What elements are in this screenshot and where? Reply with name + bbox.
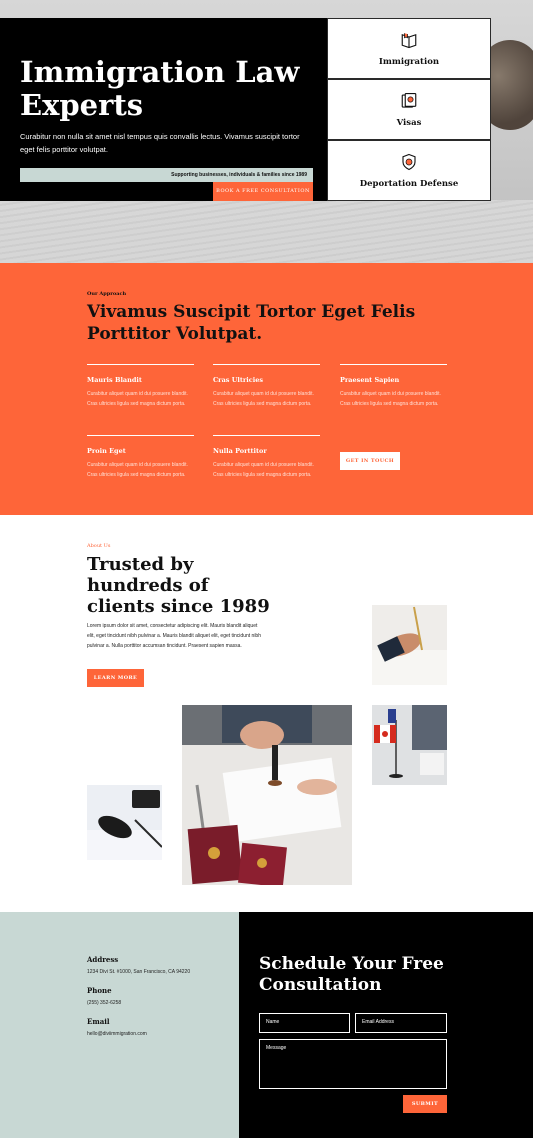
book-icon <box>401 32 417 48</box>
feature-title: Nulla Porttitor <box>213 447 267 455</box>
feature-title: Cras Ultricies <box>213 376 263 384</box>
submit-button[interactable]: SUBMIT <box>403 1095 447 1113</box>
feature-item: Praesent Sapien Curabitur aliquet quam i… <box>340 364 447 409</box>
hero-section: Immigration Law Experts Curabitur non nu… <box>0 0 533 263</box>
hero-tagline-strip: Supporting businesses, individuals & fam… <box>20 168 313 182</box>
service-card-visas[interactable]: Visas <box>327 79 491 140</box>
phone-value[interactable]: (255) 352-6258 <box>87 1000 121 1006</box>
hero-background-paper <box>0 200 533 263</box>
about-title: Trusted by hundreds of clients since 198… <box>87 554 270 617</box>
photo-stamping <box>182 705 352 885</box>
feature-title: Praesent Sapien <box>340 376 400 384</box>
feature-item: Cras Ultricies Curabitur aliquet quam id… <box>213 364 320 409</box>
feature-title: Mauris Blandit <box>87 376 142 384</box>
passport-icon <box>401 92 417 108</box>
feature-item: Proin Eget Curabitur aliquet quam id dui… <box>87 435 194 480</box>
message-field[interactable]: Message <box>259 1039 447 1089</box>
feature-text: Curabitur aliquet quam id dui posuere bl… <box>213 391 314 407</box>
feature-item: Mauris Blandit Curabitur aliquet quam id… <box>87 364 194 409</box>
hero-subtitle: Curabitur non nulla sit amet nisl tempus… <box>20 132 300 154</box>
service-label: Visas <box>396 117 422 128</box>
feature-text: Curabitur aliquet quam id dui posuere bl… <box>213 462 314 478</box>
service-card-immigration[interactable]: Immigration <box>327 18 491 79</box>
learn-more-button[interactable]: LEARN MORE <box>87 669 144 687</box>
photo-glasses <box>87 785 162 860</box>
about-body: Lorem ipsum dolor sit amet, consectetur … <box>87 623 261 649</box>
service-card-deportation-defense[interactable]: Deportation Defense <box>327 140 491 201</box>
feature-item: Nulla Porttitor Curabitur aliquet quam i… <box>213 435 320 480</box>
feature-title: Proin Eget <box>87 447 126 455</box>
form-title: Schedule Your Free Consultation <box>259 954 444 995</box>
email-label: Email <box>87 1017 110 1026</box>
photo-signing <box>372 605 447 685</box>
approach-section: Our Approach Vivamus Suscipit Tortor Ege… <box>0 263 533 515</box>
feature-text: Curabitur aliquet quam id dui posuere bl… <box>87 391 188 407</box>
section-kicker: Our Approach <box>87 291 127 297</box>
email-value[interactable]: hello@diviimmigration.com <box>87 1031 147 1037</box>
consultation-form-section: Schedule Your Free Consultation Name Ema… <box>239 912 533 1138</box>
address-value: 1234 Divi St. #1000, San Francisco, CA 9… <box>87 969 191 975</box>
contact-info-section: Address 1234 Divi St. #1000, San Francis… <box>0 912 239 1138</box>
book-consultation-button[interactable]: BOOK A FREE CONSULTATION <box>213 182 313 201</box>
about-section: About Us Trusted by hundreds of clients … <box>0 515 533 912</box>
section-kicker: About Us <box>87 543 111 549</box>
service-label: Deportation Defense <box>359 178 459 189</box>
approach-title: Vivamus Suscipit Tortor Eget Felis Portt… <box>87 302 416 344</box>
feature-text: Curabitur aliquet quam id dui posuere bl… <box>340 391 441 407</box>
address-label: Address <box>87 955 119 964</box>
email-field[interactable]: Email Address <box>355 1013 447 1033</box>
service-label: Immigration <box>378 56 440 67</box>
phone-label: Phone <box>87 986 112 995</box>
hero-title: Immigration Law Experts <box>20 55 300 122</box>
name-field[interactable]: Name <box>259 1013 350 1033</box>
feature-text: Curabitur aliquet quam id dui posuere bl… <box>87 462 188 478</box>
shield-icon <box>402 153 416 170</box>
photo-flags <box>372 705 447 785</box>
get-in-touch-button[interactable]: GET IN TOUCH <box>340 452 400 470</box>
